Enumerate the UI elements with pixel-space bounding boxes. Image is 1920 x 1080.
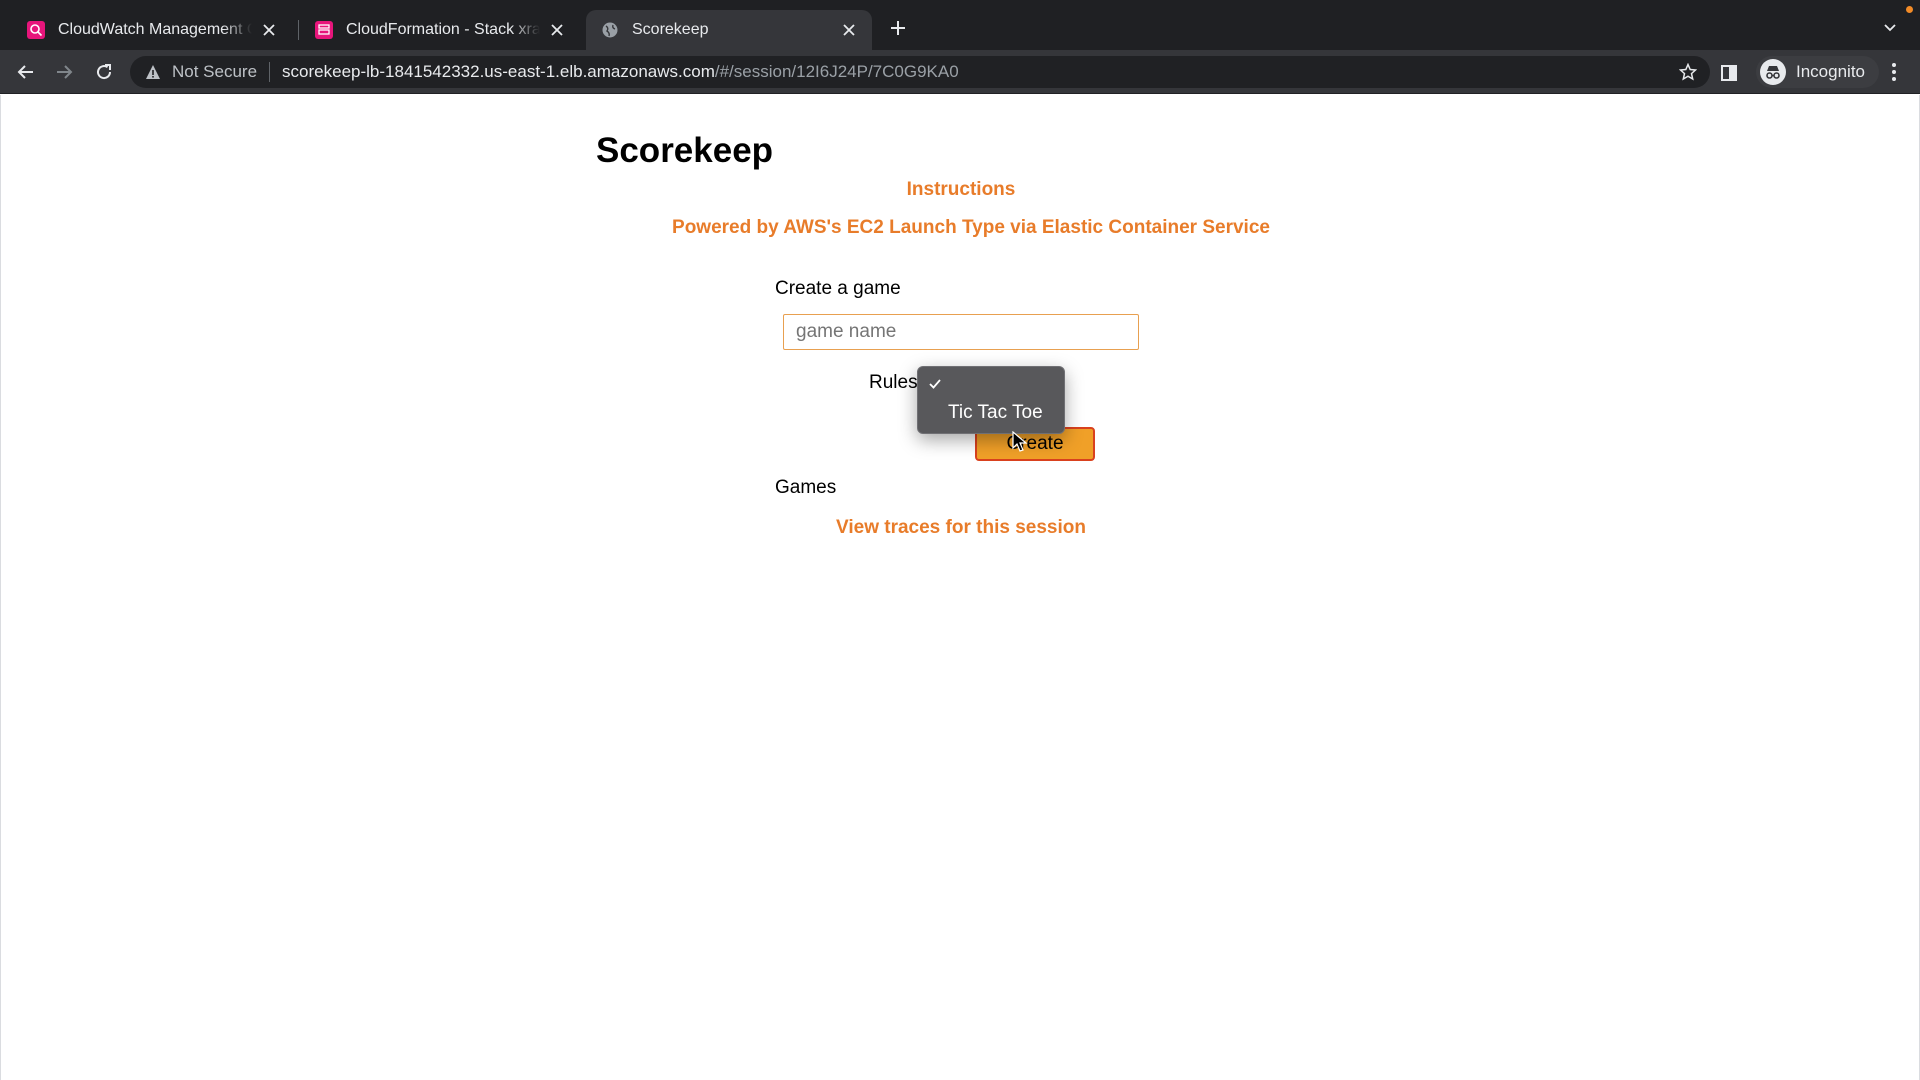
- url-path: /#/session/12I6J24P/7C0G9KA0: [714, 62, 959, 81]
- page-content: Scorekeep Instructions Powered by AWS's …: [0, 95, 1920, 1080]
- plus-icon: [891, 21, 905, 35]
- tab-title: CloudFormation - Stack xray-scorekeep: [346, 21, 540, 38]
- tab-separator: [298, 20, 299, 40]
- tab-search-button[interactable]: [1878, 16, 1902, 40]
- tab-title: CloudWatch Management Console: [58, 21, 252, 38]
- more-vertical-icon: [1892, 63, 1896, 81]
- arrow-left-icon: [17, 65, 33, 79]
- side-panel-button[interactable]: [1718, 62, 1740, 84]
- rules-option-tic-tac-toe[interactable]: Tic Tac Toe: [948, 402, 1043, 424]
- game-name-input[interactable]: [783, 314, 1139, 350]
- recording-indicator: [1906, 6, 1913, 13]
- profile-button[interactable]: Incognito: [1756, 56, 1879, 88]
- chevron-down-icon: [1884, 24, 1896, 32]
- tab-cloudformation[interactable]: CloudFormation - Stack xray-scorekeep: [300, 10, 580, 50]
- profile-label: Incognito: [1796, 62, 1865, 81]
- close-icon[interactable]: [260, 21, 278, 39]
- back-button[interactable]: [12, 58, 40, 86]
- create-game-label: Create a game: [775, 278, 901, 299]
- powered-by-link[interactable]: Powered by AWS's EC2 Launch Type via Ela…: [11, 217, 1920, 239]
- reload-button[interactable]: [90, 58, 118, 86]
- arrow-right-icon: [57, 65, 73, 79]
- mouse-pointer-icon: [1012, 431, 1028, 452]
- games-label: Games: [775, 477, 837, 498]
- security-status[interactable]: Not Secure: [172, 62, 257, 82]
- browser-toolbar: Not Secure scorekeep-lb-1841542332.us-ea…: [0, 50, 1920, 94]
- warning-icon[interactable]: [144, 63, 162, 81]
- close-icon[interactable]: [548, 21, 566, 39]
- globe-icon: [600, 20, 620, 40]
- omnibox-divider: [269, 62, 271, 82]
- tab-cloudwatch[interactable]: CloudWatch Management Console: [12, 10, 292, 50]
- bookmark-star-icon[interactable]: [1678, 62, 1698, 82]
- address-bar[interactable]: Not Secure scorekeep-lb-1841542332.us-ea…: [130, 56, 1710, 88]
- forward-button[interactable]: [50, 58, 78, 86]
- url-host: scorekeep-lb-1841542332.us-east-1.elb.am…: [282, 62, 715, 81]
- browser-menu-button[interactable]: [1882, 60, 1906, 84]
- tab-title: Scorekeep: [632, 21, 709, 38]
- view-traces-link[interactable]: View traces for this session: [1, 517, 1920, 539]
- instructions-link[interactable]: Instructions: [1, 179, 1920, 201]
- side-panel-icon: [1721, 65, 1737, 81]
- reload-icon: [97, 64, 112, 80]
- rules-dropdown-menu[interactable]: Tic Tac Toe: [917, 366, 1065, 434]
- page-title: Scorekeep: [596, 131, 774, 170]
- browser-tab-bar: CloudWatch Management Console CloudForma…: [0, 0, 1920, 50]
- cloudformation-icon: [314, 20, 334, 40]
- rules-label: Rules: [869, 372, 918, 393]
- checkmark-icon[interactable]: [928, 377, 944, 393]
- cloudwatch-icon: [26, 20, 46, 40]
- new-tab-button[interactable]: [884, 14, 912, 42]
- tab-scorekeep[interactable]: Scorekeep: [586, 10, 872, 50]
- incognito-icon: [1760, 59, 1786, 85]
- close-icon[interactable]: [840, 21, 858, 39]
